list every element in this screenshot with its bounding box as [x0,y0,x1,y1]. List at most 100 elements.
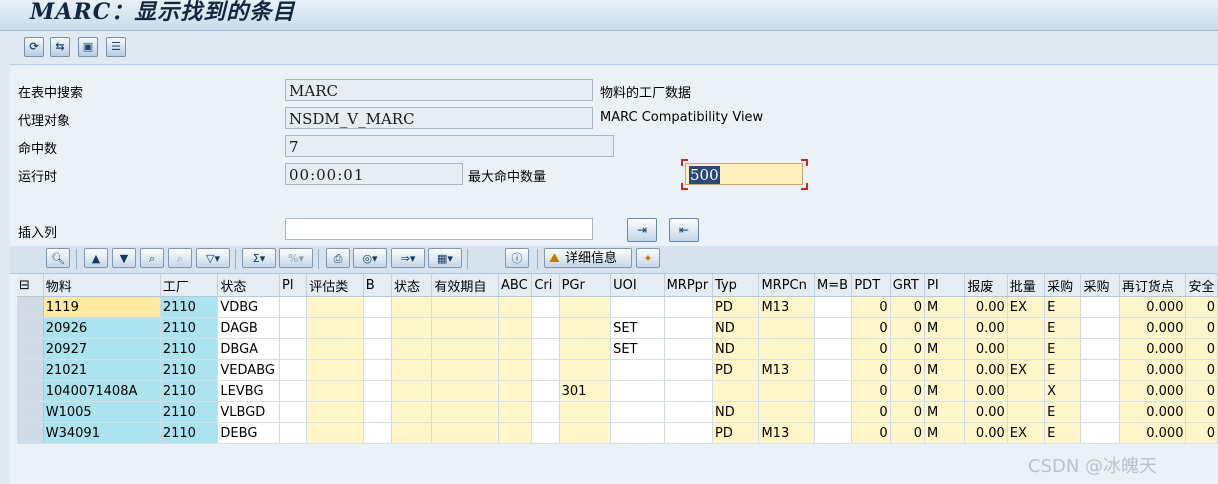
row-selector[interactable] [17,317,44,339]
column-header[interactable]: M=B [814,274,853,297]
table-cell[interactable]: VEDABG [217,359,280,381]
table-cell[interactable] [306,380,364,402]
table-cell[interactable]: 2110 [160,296,219,318]
table-cell[interactable]: 0 [851,338,891,360]
table-cell[interactable] [498,401,533,423]
table-cell[interactable]: 0 [1185,359,1218,381]
column-header[interactable]: GRT [890,274,926,297]
table-cell[interactable] [1007,380,1046,402]
table-cell[interactable]: E [1044,296,1082,318]
table-cell[interactable]: M [924,401,966,423]
table-cell[interactable] [531,380,560,402]
table-cell[interactable]: LEVBG [217,380,280,402]
table-cell[interactable] [1080,422,1120,444]
detail-button[interactable]: ⛰ 详细信息 [544,248,632,268]
table-cell[interactable] [306,296,364,318]
table-cell[interactable] [1007,401,1046,423]
table-cell[interactable] [431,317,500,339]
runtime-field[interactable]: 00:00:01 [285,163,463,185]
table-cell[interactable] [431,359,500,381]
table-cell[interactable]: 0 [851,317,891,339]
table-row[interactable]: 1040071408A 2110 LEVBG 301 0 0 M 0.00 X 0.000 0 [17,380,1218,402]
table-cell[interactable]: M [924,296,966,318]
hits-field[interactable]: 7 [285,135,614,157]
insert-column-field[interactable] [285,218,593,240]
table-cell[interactable] [814,338,853,360]
column-header[interactable]: 物料 [43,274,161,297]
table-cell[interactable]: X [1044,380,1082,402]
table-cell[interactable]: ND [712,317,760,339]
table-cell[interactable] [391,401,433,423]
table-cell[interactable] [664,359,714,381]
row-selector[interactable] [17,380,44,402]
table-cell[interactable]: 0.000 [1119,422,1187,444]
table-cell[interactable]: 0 [890,359,926,381]
table-cell[interactable] [758,401,815,423]
table-cell[interactable] [279,338,308,360]
table-cell[interactable] [758,338,815,360]
table-cell[interactable] [498,422,533,444]
table-cell[interactable]: 0.00 [964,380,1008,402]
table-cell[interactable] [363,422,393,444]
table-cell[interactable] [1080,317,1120,339]
table-cell[interactable]: M13 [758,422,815,444]
table-cell[interactable] [306,338,364,360]
table-cell[interactable] [664,296,714,318]
table-cell[interactable]: 0 [890,338,926,360]
table-cell[interactable]: 0.000 [1119,317,1187,339]
column-header[interactable]: B [363,274,393,297]
list-icon[interactable]: ☰ [106,37,126,57]
column-header[interactable]: 安全 [1185,274,1218,297]
table-cell[interactable]: W1005 [43,401,161,423]
table-cell[interactable]: 0.00 [964,422,1008,444]
table-cell[interactable] [498,338,533,360]
table-cell[interactable]: W34091 [43,422,161,444]
table-cell[interactable] [610,401,665,423]
zoom-icon[interactable]: 🔍︎ [46,248,70,268]
table-cell[interactable] [306,359,364,381]
table-row[interactable]: 21021 2110 VEDABG PD M13 0 0 M 0.00 EX E 0.000 0 [17,359,1218,381]
table-cell[interactable] [279,317,308,339]
table-cell[interactable] [664,422,714,444]
column-header[interactable]: 有效期自 [431,274,500,297]
column-header[interactable]: PGr [559,274,612,297]
table-cell[interactable]: E [1044,338,1082,360]
table-cell[interactable] [610,422,665,444]
row-selector[interactable] [17,296,44,318]
table-cell[interactable] [498,317,533,339]
table-cell[interactable]: E [1044,422,1082,444]
table-cell[interactable]: 1040071408A [43,380,161,402]
table-cell[interactable]: PD [712,359,760,381]
table-cell[interactable]: 2110 [160,422,219,444]
table-cell[interactable]: 301 [559,380,612,402]
table-cell[interactable]: 2110 [160,401,219,423]
table-cell[interactable] [431,380,500,402]
remove-column-button[interactable]: ⇤ [669,218,699,242]
table-cell[interactable]: PD [712,422,760,444]
table-cell[interactable] [279,401,308,423]
table-cell[interactable]: 0 [1185,338,1218,360]
table-cell[interactable]: 0.000 [1119,401,1187,423]
table-cell[interactable] [1080,338,1120,360]
table-cell[interactable] [610,380,665,402]
table-cell[interactable] [1007,317,1046,339]
info-icon[interactable]: ⓘ [505,248,529,268]
table-cell[interactable] [559,296,612,318]
table-cell[interactable] [1080,380,1120,402]
table-cell[interactable] [531,359,560,381]
table-cell[interactable] [306,422,364,444]
table-cell[interactable] [306,401,364,423]
table-cell[interactable] [1080,296,1120,318]
table-cell[interactable]: 0 [851,296,891,318]
table-cell[interactable]: 0 [890,380,926,402]
row-selector[interactable] [17,422,44,444]
table-cell[interactable] [363,401,393,423]
search-table-icon[interactable]: ⇆ [50,37,70,57]
column-header[interactable]: PDT [851,274,891,297]
table-cell[interactable] [391,422,433,444]
find-icon[interactable]: ⌕ [140,248,164,268]
table-cell[interactable]: 0 [1185,317,1218,339]
table-cell[interactable]: M [924,359,966,381]
table-cell[interactable]: PD [712,296,760,318]
table-cell[interactable] [391,380,433,402]
